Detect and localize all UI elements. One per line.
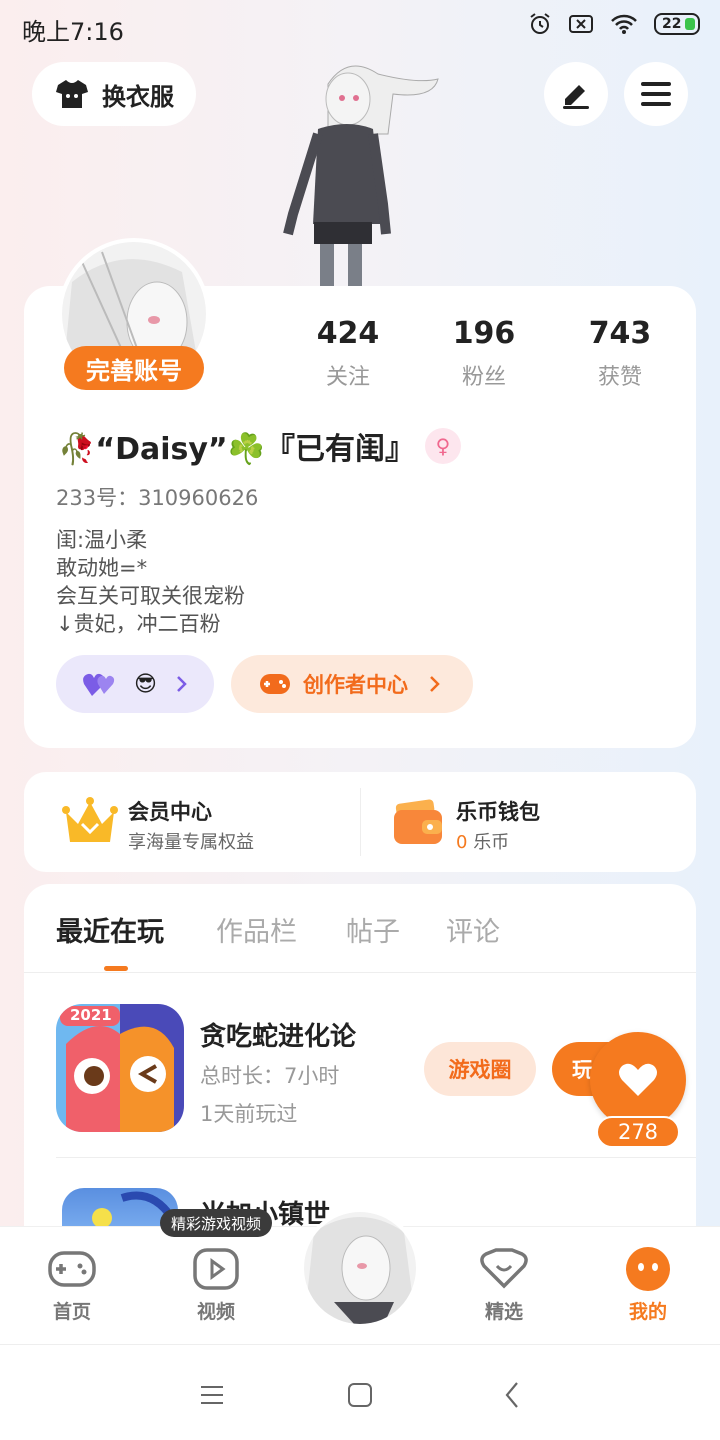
nav-home-label: 首页 <box>52 1301 91 1323</box>
game-duration: 总时长：7小时 <box>200 1064 340 1088</box>
tab-underline <box>104 966 128 971</box>
member-center-entry[interactable]: 会员中心 享海量专属权益 <box>24 772 360 872</box>
chevron-right-icon <box>177 676 187 692</box>
battery-icon: 22 <box>654 13 700 35</box>
status-icons: 22 <box>528 12 700 36</box>
nav-featured-label: 精选 <box>484 1301 523 1323</box>
pen-icon <box>563 85 589 109</box>
center-avatar-button[interactable] <box>300 1208 420 1328</box>
tab-divider <box>24 972 696 973</box>
game-circle-button[interactable]: 游戏圈 <box>424 1042 536 1096</box>
avatar-image <box>304 1212 416 1324</box>
bio-line: 闺:温小柔 <box>56 528 148 552</box>
bio: 闺:温小柔 敢动她=* 会互关可取关很宠粉 ↓贵妃，冲二百粉 <box>56 526 245 638</box>
menu-lines-icon <box>201 1386 223 1404</box>
change-outfit-button[interactable]: 换衣服 <box>32 62 196 126</box>
home-button[interactable] <box>344 1379 376 1411</box>
menu-button[interactable] <box>624 62 688 126</box>
wifi-icon <box>611 14 637 34</box>
relationship-pill[interactable]: 😎 <box>56 655 214 713</box>
heart-icon <box>619 1063 657 1096</box>
wallet-entry[interactable]: 乐币钱包 0 乐币 <box>360 772 696 872</box>
female-icon: ♀ <box>424 428 461 464</box>
nickname-text: 🥀“Daisy”☘️『已有闺』 <box>58 432 415 467</box>
wallet-balance: 0 乐币 <box>456 828 509 854</box>
following-label: 关注 <box>325 365 370 390</box>
wallet-title: 乐币钱包 <box>456 800 540 824</box>
game-icon[interactable]: 2021 <box>56 1004 184 1132</box>
system-nav-bar <box>0 1344 720 1440</box>
creator-center-label: 创作者中心 <box>303 673 408 697</box>
user-id: 233号：310960626 <box>56 486 259 510</box>
tshirt-icon <box>56 80 88 108</box>
crown-icon <box>62 797 118 842</box>
tab-recently-played[interactable]: 最近在玩 <box>56 910 164 949</box>
video-tooltip: 精彩游戏视频 <box>160 1209 272 1237</box>
like-count: 278 <box>596 1116 680 1148</box>
stat-likes[interactable]: 743 获赞 <box>560 316 680 391</box>
game-last-played: 1天前玩过 <box>200 1102 298 1126</box>
likes-label: 获赞 <box>597 365 642 390</box>
recent-apps-button[interactable] <box>196 1379 228 1411</box>
status-time: 晚上7:16 <box>22 18 124 46</box>
stat-following[interactable]: 424 关注 <box>288 316 408 391</box>
game-year-badge: 2021 <box>70 1006 112 1024</box>
hamburger-icon <box>641 82 671 106</box>
bio-line: ↓贵妃，冲二百粉 <box>56 612 221 636</box>
nav-featured[interactable]: 精选 <box>444 1227 564 1345</box>
sunglasses-emoji-icon: 😎 <box>134 671 157 697</box>
change-outfit-label: 换衣服 <box>102 82 174 111</box>
wallet-unit: 乐币 <box>473 832 510 853</box>
like-button[interactable] <box>590 1032 686 1128</box>
stat-followers[interactable]: 196 粉丝 <box>424 316 544 391</box>
back-arrow-icon <box>505 1382 518 1408</box>
likes-count: 743 <box>588 316 652 351</box>
bio-line: 敢动她=* <box>56 556 148 580</box>
video-play-icon <box>192 1245 240 1293</box>
double-heart-icon <box>83 673 115 696</box>
member-center-title: 会员中心 <box>128 800 212 824</box>
nav-video-label: 视频 <box>196 1301 235 1323</box>
alarm-icon <box>530 13 550 34</box>
tab-works[interactable]: 作品栏 <box>216 910 297 949</box>
battery-level: 22 <box>662 16 682 32</box>
gamepad-icon <box>260 674 290 694</box>
wallet-icon <box>394 799 442 844</box>
tab-comments[interactable]: 评论 <box>446 910 500 949</box>
nav-video[interactable]: 视频 <box>156 1227 276 1345</box>
face-icon <box>624 1245 672 1293</box>
followers-label: 粉丝 <box>461 365 506 390</box>
edit-profile-button[interactable] <box>544 62 608 126</box>
member-center-subtitle: 享海量专属权益 <box>128 832 254 853</box>
bio-line: 会互关可取关很宠粉 <box>56 584 245 608</box>
complete-account-button[interactable]: 完善账号 <box>64 346 204 390</box>
wallet-amount: 0 <box>456 832 468 853</box>
chevron-right-icon <box>430 676 440 692</box>
status-bar: 晚上7:16 22 <box>0 0 720 52</box>
back-button[interactable] <box>496 1379 528 1411</box>
nickname: 🥀“Daisy”☘️『已有闺』 ♀ <box>58 424 461 468</box>
square-icon <box>348 1383 372 1407</box>
nav-mine-label: 我的 <box>628 1301 667 1323</box>
game-title[interactable]: 贪吃蛇进化论 <box>200 1016 356 1053</box>
tab-posts[interactable]: 帖子 <box>346 910 400 949</box>
following-count: 424 <box>316 316 380 351</box>
nav-mine[interactable]: 我的 <box>588 1227 708 1345</box>
gamepad-icon <box>48 1245 96 1293</box>
sim-off-icon <box>569 15 593 33</box>
nav-home[interactable]: 首页 <box>12 1227 132 1345</box>
row-divider <box>56 1157 696 1158</box>
avatar-character[interactable] <box>268 54 448 304</box>
creator-center-button[interactable]: 创作者中心 <box>231 655 473 713</box>
followers-count: 196 <box>452 316 516 351</box>
heart-gem-icon <box>480 1245 528 1293</box>
